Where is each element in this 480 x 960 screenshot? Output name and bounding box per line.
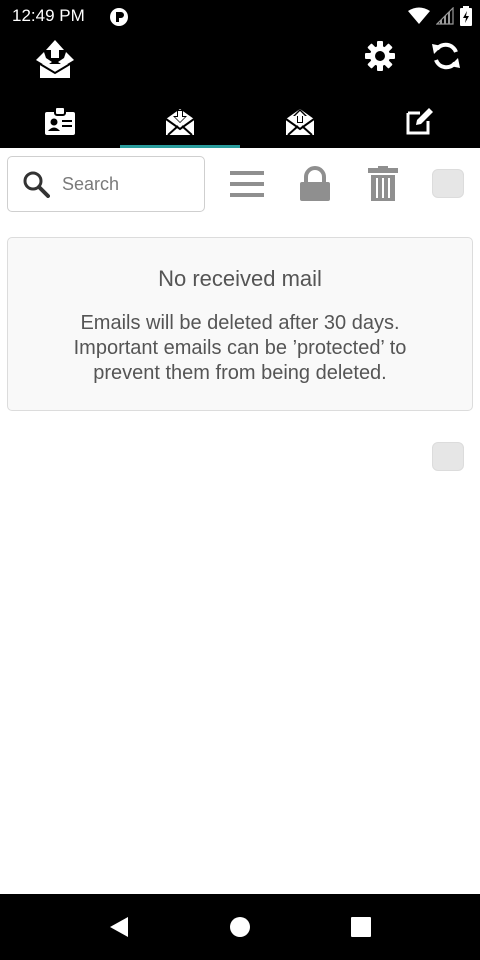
- recents-icon[interactable]: [349, 915, 373, 939]
- envelope-download-icon: [165, 109, 195, 136]
- toolbar: [0, 148, 480, 220]
- app-bar: [0, 32, 480, 148]
- recycle-mail-logo-icon: [36, 40, 74, 78]
- gear-icon[interactable]: [364, 40, 396, 72]
- menu-icon[interactable]: [229, 166, 265, 202]
- home-icon[interactable]: [228, 915, 252, 939]
- system-nav-bar: [0, 894, 480, 960]
- trash-icon[interactable]: [365, 166, 401, 202]
- tab-inbox[interactable]: [120, 94, 240, 148]
- id-card-icon: [45, 107, 75, 135]
- status-bar: 12:49 PM: [0, 0, 480, 32]
- app-notification-icon: [110, 8, 128, 26]
- empty-state-line-3: prevent them from being deleted.: [93, 362, 387, 384]
- select-all-checkbox[interactable]: [432, 169, 464, 198]
- lock-icon[interactable]: [297, 166, 333, 202]
- search-icon: [23, 171, 50, 198]
- edit-icon: [406, 108, 433, 135]
- battery-icon: [460, 6, 472, 26]
- empty-state-card: No received mail Emails will be deleted …: [7, 237, 473, 411]
- empty-state-line-2: Important emails can be ’protected’ to: [73, 337, 407, 359]
- wifi-icon: [408, 7, 430, 24]
- search-input[interactable]: [62, 167, 198, 201]
- select-checkbox[interactable]: [432, 442, 464, 471]
- signal-icon: [436, 7, 454, 25]
- empty-state-title: No received mail: [158, 266, 322, 291]
- tab-address[interactable]: [0, 94, 120, 148]
- tab-sent[interactable]: [240, 94, 360, 148]
- refresh-icon[interactable]: [430, 40, 462, 72]
- tab-bar: [0, 94, 480, 148]
- empty-state-line-1: Emails will be deleted after 30 days.: [80, 312, 400, 334]
- back-icon[interactable]: [107, 915, 131, 939]
- status-time: 12:49 PM: [12, 6, 85, 25]
- tab-compose[interactable]: [360, 94, 480, 148]
- search-box[interactable]: [7, 156, 205, 212]
- envelope-upload-icon: [285, 109, 315, 136]
- empty-state-message: Emails will be deleted after 30 days. Im…: [40, 311, 440, 386]
